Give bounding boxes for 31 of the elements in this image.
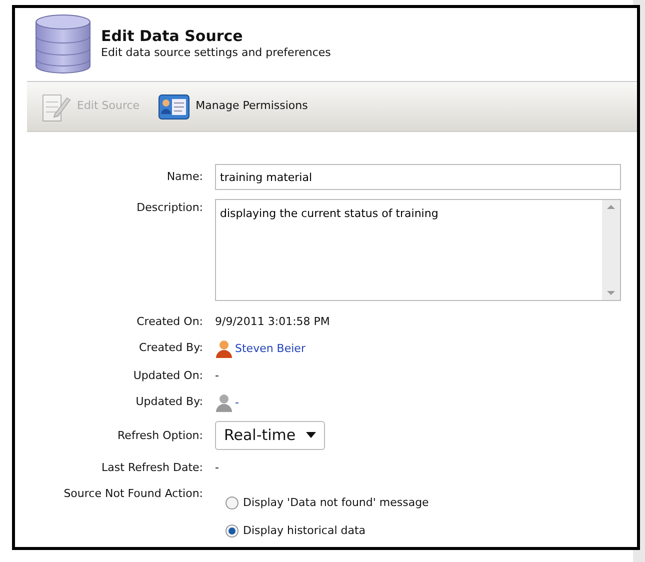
notepad-pencil-icon xyxy=(41,92,71,122)
field-label: Created On: xyxy=(136,314,203,330)
field-label: Description: xyxy=(136,200,203,216)
field-label: Last Refresh Date: xyxy=(100,460,203,476)
scroll-up-icon[interactable] xyxy=(606,204,616,210)
scrollbar[interactable] xyxy=(602,200,620,300)
database-icon xyxy=(35,14,91,75)
scroll-down-icon[interactable] xyxy=(606,290,616,296)
radio-icon[interactable] xyxy=(225,524,239,538)
name-input[interactable]: training material xyxy=(215,164,621,190)
page-title: Edit Data Source xyxy=(101,27,244,46)
field-value: 9/9/2011 3:01:58 PM xyxy=(215,314,331,330)
field-label: Refresh Option: xyxy=(116,428,203,444)
radio-option[interactable]: Display historical data xyxy=(225,523,366,540)
radio-icon[interactable] xyxy=(225,496,239,510)
description-textarea[interactable]: displaying the current status of training xyxy=(215,199,621,301)
field-label: Updated On: xyxy=(132,368,203,384)
field-label: Updated By: xyxy=(134,394,203,410)
user-link[interactable]: - xyxy=(235,394,239,411)
manage-permissions-button[interactable]: Manage Permissions xyxy=(158,92,308,122)
caret-icon xyxy=(306,432,316,438)
field-label: Name: xyxy=(166,169,203,185)
field-value: - xyxy=(215,368,220,384)
refresh-option-select[interactable]: Real-time xyxy=(215,421,325,450)
field-label: Created By: xyxy=(138,340,203,356)
field-value: - xyxy=(215,460,220,476)
page-subtitle: Edit data source settings and preferences xyxy=(101,45,331,62)
field-label: Source Not Found Action: xyxy=(62,486,203,502)
user-link[interactable]: Steven Beier xyxy=(235,340,306,357)
radio-option[interactable]: Display 'Data not found' message xyxy=(225,494,429,511)
id-card-icon xyxy=(158,92,190,122)
